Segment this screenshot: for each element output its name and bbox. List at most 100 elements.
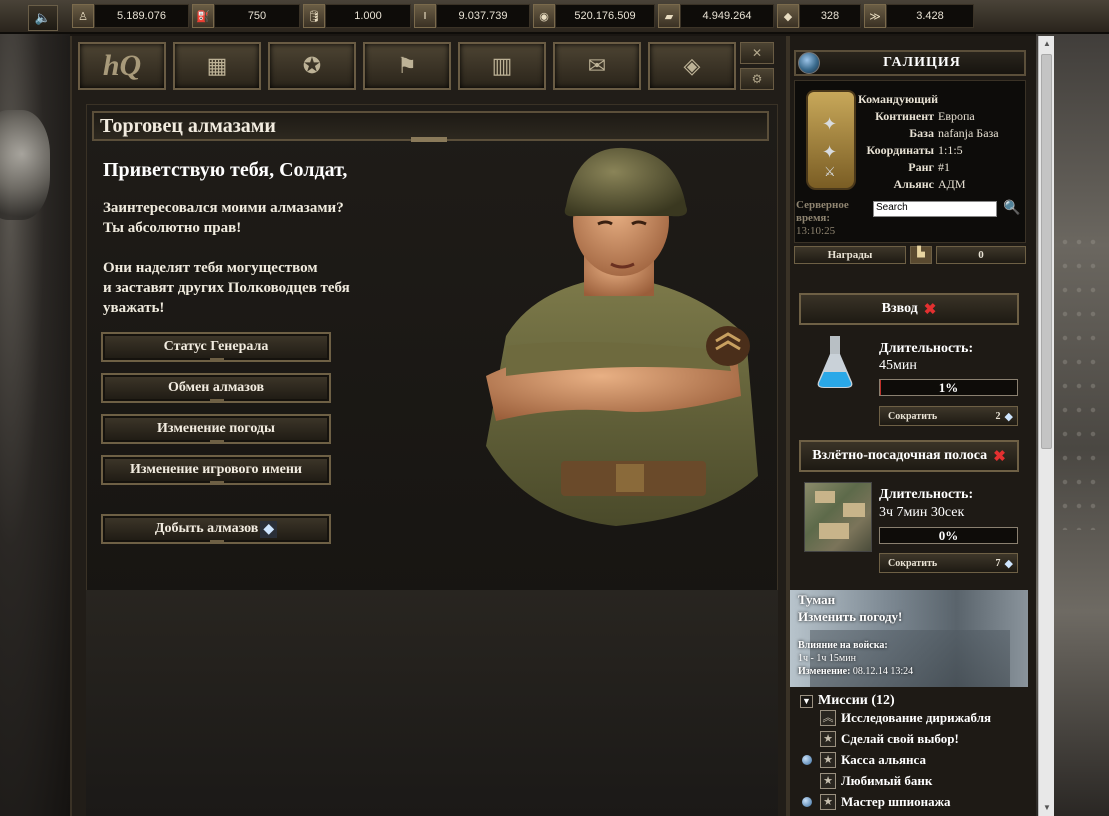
runway-task-header[interactable]: Взлётно-посадочная полоса ✖	[799, 440, 1019, 472]
mission-label: Касса альянса	[841, 752, 926, 767]
weather-change-row: Изменение: 08.12.14 13:24	[798, 666, 913, 677]
mission-item[interactable]: ★ Касса альянса	[800, 750, 1028, 770]
building-shape	[819, 523, 849, 539]
runway-progress-text: 0%	[938, 528, 959, 543]
search-input[interactable]: Search	[873, 201, 997, 217]
shorten-cost: 2	[995, 410, 1001, 422]
settings-button[interactable]: ⚙	[740, 68, 774, 90]
runway-duration-label: Длительность:	[879, 487, 974, 502]
title-tab-decoration	[411, 137, 447, 142]
building-shape	[815, 491, 835, 503]
diamond-icon: ◆	[777, 4, 799, 28]
city-header[interactable]: ГАЛИЦИЯ	[794, 50, 1026, 76]
star-icon: ★	[820, 731, 836, 747]
coords-row: Координаты 1:1:5	[856, 143, 963, 158]
nav-alliance-button[interactable]: ⚑	[363, 42, 451, 90]
oil-icon: 🛢	[303, 4, 325, 28]
scroll-up-icon[interactable]: ▲	[1039, 36, 1055, 52]
main-navigation: hQ ▦ ✪ ⚑ ▥ ✉ ◈	[78, 42, 782, 92]
globe-icon[interactable]	[798, 52, 820, 74]
page-scrollbar[interactable]: ▲ ▼	[1038, 36, 1054, 816]
coords-value: 1:1:5	[938, 143, 963, 157]
search-icon[interactable]: 🔍	[1003, 200, 1020, 217]
greeting-heading: Приветствую тебя, Солдат,	[103, 159, 348, 181]
diamond-exchange-button[interactable]: Обмен алмазов	[101, 373, 331, 403]
platoon-shorten-button[interactable]: Сократить 2 ◆	[879, 406, 1018, 426]
resource-item: ▰ 4.949.264	[658, 4, 774, 28]
benefit-line: Они наделят тебя могуществом	[103, 260, 318, 276]
new-indicator-icon	[802, 755, 812, 765]
sound-toggle-button[interactable]: 🔈	[28, 5, 58, 31]
platoon-title: Взвод	[881, 301, 918, 316]
weather-change-value: 08.12.14 13:24	[852, 666, 914, 677]
alliance-label: Альянс	[893, 177, 934, 191]
mission-item[interactable]: ︽ Исследование дирижабля	[800, 708, 1028, 728]
diamond-icon: ◆	[1004, 410, 1013, 423]
resource-value: 3.428	[886, 4, 974, 28]
intro-paragraph: Заинтересовался моими алмазами? Ты абсол…	[103, 198, 344, 238]
resource-value: 4.949.264	[680, 4, 774, 28]
crossed-swords-icon: ⚔	[824, 164, 836, 179]
general-status-button[interactable]: Статус Генерала	[101, 332, 331, 362]
weather-impact-value: 1ч - 1ч 15мин	[798, 653, 856, 664]
platoon-task-header[interactable]: Взвод ✖	[799, 293, 1019, 325]
collapse-icon[interactable]: ▼	[800, 694, 813, 708]
rank-row: Ранг #1	[856, 160, 950, 175]
continent-value: Европа	[938, 109, 975, 123]
runway-image	[804, 482, 872, 552]
star-icon: ★	[820, 794, 836, 810]
weather-change-link[interactable]: Изменить погоду!	[798, 609, 902, 625]
cancel-icon[interactable]: ✖	[993, 447, 1006, 466]
flask-icon	[817, 336, 853, 388]
runway-duration-value: 3ч 7мин 30сек	[879, 505, 965, 520]
continent-row: Континент Европа	[856, 109, 975, 124]
resource-item: ◆ 328	[777, 4, 861, 28]
cancel-icon[interactable]: ✖	[924, 300, 937, 319]
weather-change-button[interactable]: Изменение погоды	[101, 414, 331, 444]
close-button[interactable]: ✕	[740, 42, 774, 64]
ammo-icon: ‖	[414, 4, 436, 28]
runway-progress-bar: 0%	[879, 527, 1018, 544]
benefit-line: уважать!	[103, 300, 165, 316]
nav-army-button[interactable]: ✪	[268, 42, 356, 90]
server-time: Серверное время: 13:10:25	[796, 199, 849, 238]
intro-line: Ты абсолютно прав!	[103, 220, 242, 236]
name-change-button[interactable]: Изменение игрового имени	[101, 455, 331, 485]
get-diamonds-button[interactable]: Добыть алмазов ◆	[101, 514, 331, 544]
nav-buildings-button[interactable]: ▥	[458, 42, 546, 90]
resource-item: ≫ 3.428	[864, 4, 974, 28]
weather-change-label: Изменение:	[798, 666, 851, 677]
nav-diamonds-button[interactable]: ◈	[648, 42, 736, 90]
awards-button[interactable]: Награды	[794, 246, 906, 264]
server-time-label: время:	[796, 212, 831, 224]
rank-icon: ≫	[864, 4, 886, 28]
benefit-paragraph: Они наделят тебя могуществом и заставят …	[103, 258, 350, 318]
resource-value: 750	[214, 4, 300, 28]
scroll-thumb[interactable]	[1041, 54, 1052, 449]
coin-icon: ◉	[533, 4, 555, 28]
continent-label: Континент	[875, 109, 934, 123]
building-shape	[843, 503, 865, 517]
scroll-down-icon[interactable]: ▼	[1039, 800, 1055, 816]
resource-item: ◉ 520.176.509	[533, 4, 655, 28]
runway-shorten-button[interactable]: Сократить 7 ◆	[879, 553, 1018, 573]
shorten-cost: 7	[995, 557, 1001, 569]
alliance-value[interactable]: АДМ	[938, 177, 966, 192]
base-row: База nafanja База	[856, 126, 998, 141]
nav-map-button[interactable]: ▦	[173, 42, 261, 90]
mission-item[interactable]: ★ Мастер шпионажа	[800, 792, 1028, 812]
missions-header[interactable]: ▼ Миссии (12)	[800, 693, 895, 709]
mission-item[interactable]: ★ Сделай свой выбор!	[800, 729, 1028, 749]
alliance-row: Альянс АДМ	[856, 177, 966, 192]
nav-messages-button[interactable]: ✉	[553, 42, 641, 90]
speaker-icon: 🔈	[34, 10, 52, 25]
shorten-label: Сократить	[888, 410, 938, 422]
resource-item: ⛽ 750	[192, 4, 300, 28]
platoon-duration-value: 45мин	[879, 358, 917, 373]
mission-item[interactable]: ★ Любимый банк	[800, 771, 1028, 791]
get-diamonds-label: Добыть алмазов	[154, 521, 259, 536]
nav-hq-button[interactable]: hQ	[78, 42, 166, 90]
rank-value: #1	[938, 160, 950, 174]
weather-panel[interactable]: Туман Изменить погоду! Влияние на войска…	[790, 590, 1028, 687]
star-icon: ★	[820, 773, 836, 789]
